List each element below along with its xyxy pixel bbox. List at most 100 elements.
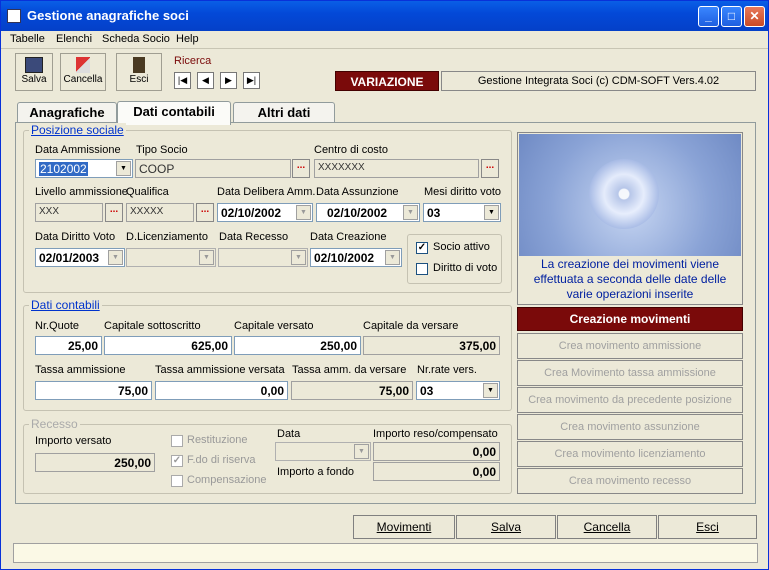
tab-altri-dati[interactable]: Altri dati bbox=[233, 102, 335, 124]
nr-quote-label: Nr.Quote bbox=[35, 320, 80, 332]
livello-field[interactable]: XXX bbox=[35, 203, 103, 222]
mesi-voto-combo[interactable]: 03 ▼ bbox=[423, 203, 501, 222]
data-diritto-voto-label: Data Diritto Voto bbox=[35, 231, 116, 243]
data-recesso-movimento-label: Data bbox=[277, 428, 301, 440]
chevron-down-icon[interactable]: ▼ bbox=[484, 205, 499, 220]
chevron-down-icon[interactable]: ▼ bbox=[403, 205, 418, 220]
data-creazione-label: Data Creazione bbox=[310, 231, 387, 243]
chevron-down-icon[interactable]: ▼ bbox=[116, 161, 131, 176]
cap-sottoscritto-field[interactable]: 625,00 bbox=[104, 336, 232, 355]
data-assunzione-combo[interactable]: 02/10/2002 ▼ bbox=[316, 203, 420, 222]
centro-costo-label: Centro di costo bbox=[314, 144, 388, 156]
livello-lookup-button[interactable]: ... bbox=[105, 203, 123, 222]
data-creazione-combo[interactable]: 02/10/2002 ▼ bbox=[310, 248, 402, 267]
tab-anagrafiche[interactable]: Anagrafiche bbox=[17, 102, 117, 124]
qualifica-lookup-button[interactable]: ... bbox=[196, 203, 214, 222]
nr-rate-label: Nr.rate vers. bbox=[417, 364, 477, 376]
socio-attivo-label: Socio attivo bbox=[433, 241, 490, 253]
next-record-button[interactable]: ▶ bbox=[220, 72, 237, 89]
centro-costo-lookup-button[interactable]: ... bbox=[481, 159, 499, 178]
chevron-down-icon[interactable]: ▼ bbox=[199, 250, 214, 265]
nr-rate-value: 03 bbox=[420, 384, 434, 398]
importo-reso-label: Importo reso/compensato bbox=[373, 428, 498, 440]
data-creazione-value: 02/10/2002 bbox=[314, 251, 375, 265]
save-button[interactable]: Salva bbox=[456, 515, 556, 539]
compensazione-checkbox[interactable] bbox=[171, 475, 183, 487]
tassa-da-versare-label: Tassa amm. da versare bbox=[292, 364, 407, 376]
menu-help[interactable]: Help bbox=[176, 33, 199, 45]
movimenti-button[interactable]: Movimenti bbox=[353, 515, 455, 539]
close-button[interactable]: ✕ bbox=[744, 6, 765, 27]
app-icon bbox=[7, 9, 21, 23]
cancel-button[interactable]: Cancella bbox=[557, 515, 657, 539]
chevron-down-icon[interactable]: ▼ bbox=[296, 205, 311, 220]
tassa-versata-label: Tassa ammissione versata bbox=[155, 364, 285, 376]
cap-da-versare-field: 375,00 bbox=[363, 336, 500, 355]
importo-reso-field: 0,00 bbox=[373, 442, 500, 461]
chevron-down-icon[interactable]: ▼ bbox=[291, 250, 306, 265]
first-record-button[interactable]: |◀ bbox=[174, 72, 191, 89]
crea-ammissione-button[interactable]: Crea movimento ammissione bbox=[517, 333, 743, 359]
save-toolbar-label: Salva bbox=[21, 74, 47, 85]
menu-scheda-socio[interactable]: Scheda Socio bbox=[102, 33, 170, 45]
nr-quote-field[interactable]: 25,00 bbox=[35, 336, 102, 355]
tab-dati-contabili[interactable]: Dati contabili bbox=[117, 101, 231, 125]
tipo-socio-lookup-button[interactable]: ... bbox=[292, 159, 310, 178]
centro-costo-field[interactable]: XXXXXXX bbox=[314, 159, 479, 178]
crea-precedente-button[interactable]: Crea movimento da precedente posizione bbox=[517, 387, 743, 413]
crea-assunzione-button[interactable]: Crea movimento assunzione bbox=[517, 414, 743, 440]
posizione-title: Posizione sociale bbox=[29, 123, 126, 137]
d-licenziamento-label: D.Licenziamento bbox=[126, 231, 208, 243]
maximize-button[interactable]: □ bbox=[721, 6, 742, 27]
chevron-down-icon[interactable]: ▼ bbox=[385, 250, 400, 265]
menu-tabelle[interactable]: Tabelle bbox=[10, 33, 45, 45]
importo-fondo-label: Importo a fondo bbox=[277, 466, 355, 478]
exit-toolbar-button[interactable]: Esci bbox=[116, 53, 162, 91]
tassa-label: Tassa ammissione bbox=[35, 364, 126, 376]
exit-button[interactable]: Esci bbox=[658, 515, 757, 539]
chevron-down-icon[interactable]: ▼ bbox=[483, 383, 498, 398]
data-recesso-movimento-combo[interactable]: ▼ bbox=[275, 442, 371, 461]
cap-versato-label: Capitale versato bbox=[234, 320, 314, 332]
crea-licenziamento-button[interactable]: Crea movimento licenziamento bbox=[517, 441, 743, 467]
recesso-title: Recesso bbox=[29, 417, 80, 431]
crea-recesso-button[interactable]: Crea movimento recesso bbox=[517, 468, 743, 494]
cap-versato-field[interactable]: 250,00 bbox=[234, 336, 361, 355]
data-ammissione-combo[interactable]: 2102002 ▼ bbox=[35, 159, 133, 178]
save-toolbar-button[interactable]: Salva bbox=[15, 53, 53, 91]
tipo-socio-field[interactable]: COOP bbox=[135, 159, 291, 178]
main-window: Gestione anagrafiche soci _ □ ✕ Tabelle … bbox=[0, 0, 769, 570]
data-delibera-combo[interactable]: 02/10/2002 ▼ bbox=[217, 203, 313, 222]
minimize-button[interactable]: _ bbox=[698, 6, 719, 27]
data-diritto-voto-combo[interactable]: 02/01/2003 ▼ bbox=[35, 248, 125, 267]
data-assunzione-label: Data Assunzione bbox=[316, 186, 399, 198]
restituzione-checkbox[interactable] bbox=[171, 435, 183, 447]
qualifica-field[interactable]: XXXXX bbox=[126, 203, 194, 222]
data-recesso-combo[interactable]: ▼ bbox=[218, 248, 308, 267]
mode-badge: VARIAZIONE bbox=[335, 71, 439, 91]
exit-toolbar-label: Esci bbox=[129, 74, 149, 85]
importo-versato-field: 250,00 bbox=[35, 453, 155, 472]
contabili-title: Dati contabili bbox=[29, 298, 102, 312]
floppy-icon bbox=[25, 57, 43, 73]
nr-rate-combo[interactable]: 03 ▼ bbox=[416, 381, 500, 400]
fdo-riserva-checkbox[interactable]: ✓ bbox=[171, 455, 183, 467]
tassa-versata-field[interactable]: 0,00 bbox=[155, 381, 288, 400]
tipo-socio-label: Tipo Socio bbox=[136, 144, 188, 156]
diritto-voto-checkbox[interactable] bbox=[416, 263, 428, 275]
last-record-button[interactable]: ▶| bbox=[243, 72, 260, 89]
tassa-field[interactable]: 75,00 bbox=[35, 381, 152, 400]
socio-attivo-checkbox[interactable]: ✓ bbox=[416, 242, 428, 254]
search-label: Ricerca bbox=[174, 55, 212, 67]
cap-da-versare-label: Capitale da versare bbox=[363, 320, 459, 332]
menu-elenchi[interactable]: Elenchi bbox=[56, 33, 92, 45]
chevron-down-icon[interactable]: ▼ bbox=[354, 444, 369, 459]
mesi-voto-label: Mesi diritto voto bbox=[424, 186, 502, 198]
crea-tassa-button[interactable]: Crea Movimento tassa ammissione bbox=[517, 360, 743, 386]
chevron-down-icon[interactable]: ▼ bbox=[108, 250, 123, 265]
d-licenziamento-combo[interactable]: ▼ bbox=[126, 248, 216, 267]
prev-record-button[interactable]: ◀ bbox=[197, 72, 214, 89]
cd-hands-image bbox=[519, 134, 741, 256]
delete-toolbar-button[interactable]: Cancella bbox=[60, 53, 106, 91]
window-title: Gestione anagrafiche soci bbox=[27, 8, 189, 23]
